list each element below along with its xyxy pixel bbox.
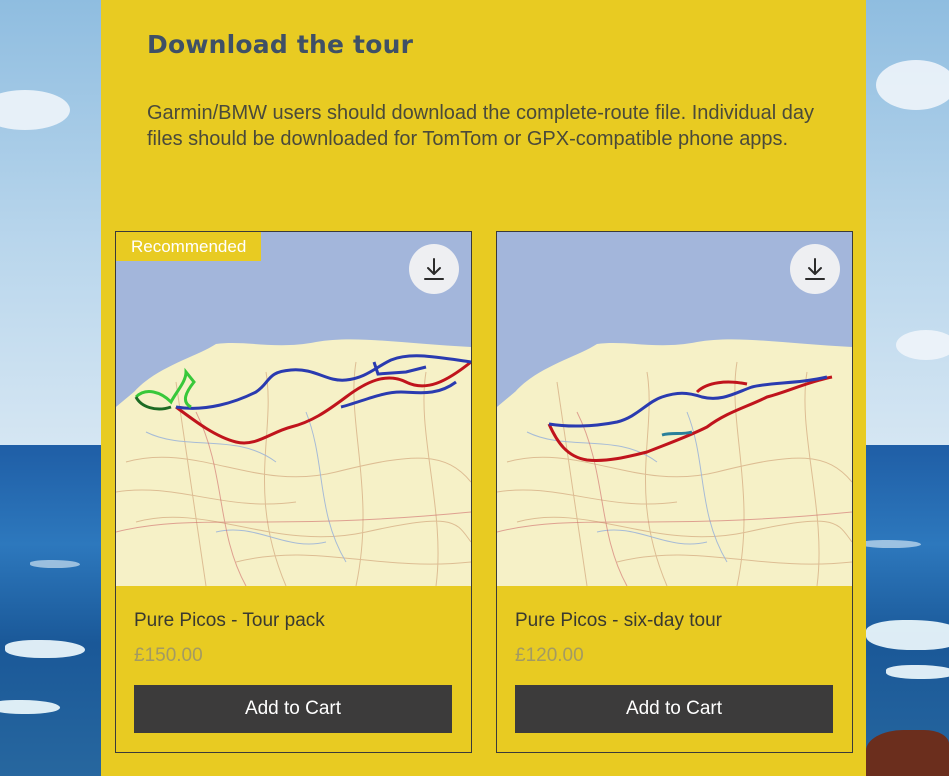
product-title[interactable]: Pure Picos - six-day tour: [515, 610, 722, 632]
download-icon: [423, 257, 445, 281]
add-to-cart-button[interactable]: Add to Cart: [515, 685, 833, 733]
section-heading: Download the tour: [147, 30, 414, 59]
section-intro: Garmin/BMW users should download the com…: [147, 102, 814, 150]
download-button[interactable]: [790, 244, 840, 294]
background-scenery-right: [866, 0, 949, 776]
background-scenery-left: [0, 0, 101, 776]
product-price: £150.00: [134, 645, 203, 666]
product-card-six-day-tour[interactable]: Pure Picos - six-day tour £120.00 Add to…: [496, 231, 853, 753]
add-to-cart-button[interactable]: Add to Cart: [134, 685, 452, 733]
product-card-tour-pack[interactable]: Recommended Pure Picos - Tour pack £150.…: [115, 231, 472, 753]
recommended-badge: Recommended: [116, 232, 262, 261]
route-map-image[interactable]: Recommended: [116, 232, 471, 586]
download-tour-section: Download the tour Garmin/BMW users shoul…: [101, 0, 866, 776]
route-map-image[interactable]: [497, 232, 852, 586]
product-title[interactable]: Pure Picos - Tour pack: [134, 610, 325, 632]
product-price: £120.00: [515, 645, 584, 666]
download-button[interactable]: [409, 244, 459, 294]
download-icon: [804, 257, 826, 281]
